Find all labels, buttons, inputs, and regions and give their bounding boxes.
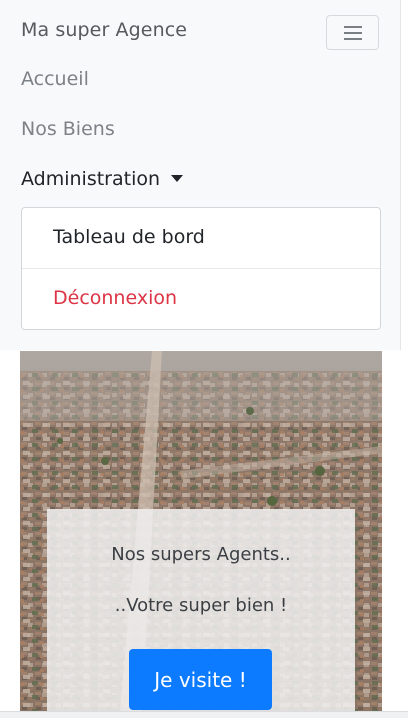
- dropdown-item-tableau-de-bord[interactable]: Tableau de bord: [53, 226, 205, 248]
- nav-dropdown-administration[interactable]: Administration: [21, 168, 184, 190]
- dropdown-divider: [22, 268, 380, 269]
- hero-tagline-1: Nos supers Agents..: [111, 544, 291, 565]
- hero-section: Nos supers Agents.. ..Votre super bien !…: [20, 351, 382, 711]
- caret-down-icon: [171, 175, 184, 182]
- nav-link-nos-biens[interactable]: Nos Biens: [21, 118, 115, 140]
- nav-link-accueil[interactable]: Accueil: [21, 68, 89, 90]
- navbar: Ma super Agence Accueil Nos Biens Admini…: [0, 0, 401, 350]
- dropdown-menu: Tableau de bord Déconnexion: [21, 207, 381, 330]
- hamburger-icon: [343, 25, 362, 40]
- nav-dropdown-label: Administration: [21, 168, 161, 190]
- hero-tagline-2: ..Votre super bien !: [114, 595, 288, 616]
- dropdown-item-deconnexion[interactable]: Déconnexion: [53, 287, 177, 309]
- hero-caption-panel: Nos supers Agents.. ..Votre super bien !…: [47, 509, 355, 711]
- visit-button[interactable]: Je visite !: [129, 649, 272, 710]
- navbar-brand[interactable]: Ma super Agence: [21, 19, 187, 41]
- navbar-toggler-button[interactable]: [326, 15, 379, 50]
